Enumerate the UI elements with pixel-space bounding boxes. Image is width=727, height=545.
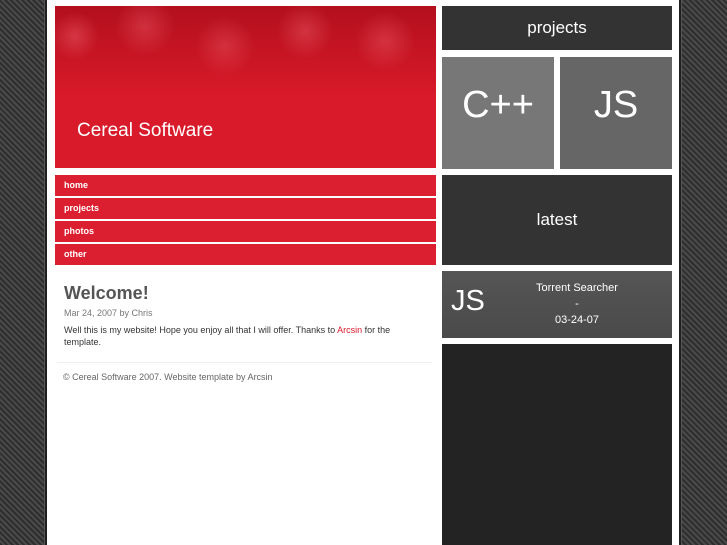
site-title: Cereal Software [77, 120, 214, 141]
content-divider [57, 362, 432, 363]
latest-item-separator: - [575, 298, 579, 310]
latest-item-name: Torrent Searcher [536, 282, 618, 294]
sidebar-dark-panel [442, 344, 672, 545]
post-meta: Mar 24, 2007 by Chris [64, 308, 153, 318]
site-header-banner: Cereal Software [55, 6, 436, 168]
arcsin-link[interactable]: Arcsin [337, 325, 362, 335]
latest-item-date: 03-24-07 [554, 314, 600, 326]
latest-item-details: Torrent Searcher - 03-24-07 [522, 280, 632, 328]
post-body: Well this is my website! Hope you enjoy … [64, 324, 424, 348]
nav-item-home[interactable]: home [55, 175, 436, 198]
project-tile-cpp[interactable]: C++ [442, 57, 554, 169]
latest-item-js-label: JS [451, 285, 485, 317]
nav-item-other[interactable]: other [55, 244, 436, 267]
post-body-text-start: Well this is my website! Hope you enjoy … [64, 325, 338, 335]
main-content: Welcome! Mar 24, 2007 by Chris Well this… [64, 283, 424, 348]
main-nav: home projects photos other [55, 175, 436, 267]
latest-item[interactable]: JS Torrent Searcher - 03-24-07 [442, 271, 672, 338]
project-tile-js[interactable]: JS [560, 57, 672, 169]
nav-item-photos[interactable]: photos [55, 221, 436, 244]
post-title: Welcome! [64, 283, 149, 303]
nav-item-projects[interactable]: projects [55, 198, 436, 221]
footer-text: © Cereal Software 2007. Website template… [63, 372, 273, 382]
latest-header: latest [442, 175, 672, 265]
projects-header[interactable]: projects [442, 6, 672, 50]
